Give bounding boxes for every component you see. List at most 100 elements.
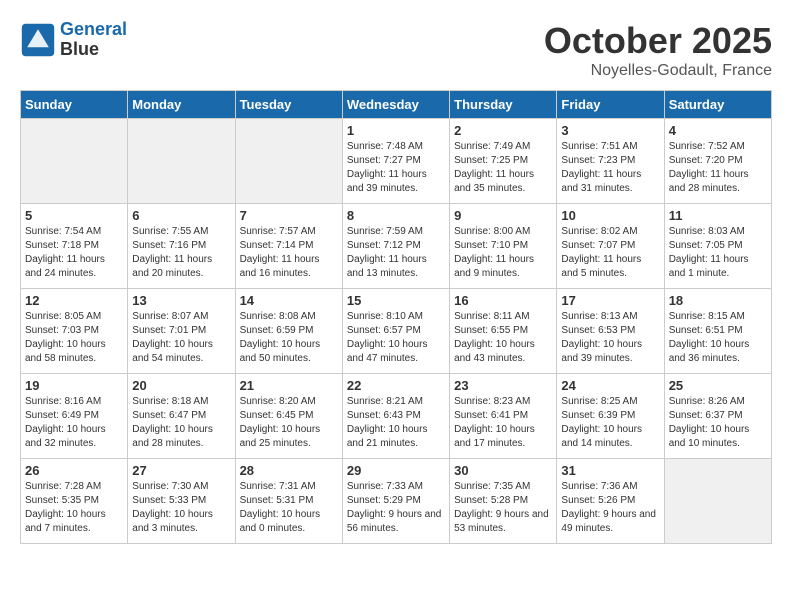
day-number: 7: [240, 208, 338, 223]
calendar-day: 19Sunrise: 8:16 AMSunset: 6:49 PMDayligh…: [21, 374, 128, 459]
calendar-day: [21, 119, 128, 204]
day-info: Sunrise: 7:59 AMSunset: 7:12 PMDaylight:…: [347, 225, 445, 281]
calendar-day: 26 Sunrise: 7:28 AMSunset: 5:35 PMDayligh…: [21, 459, 128, 544]
day-info: Sunrise: 7:28 AMSunset: 5:35 PMDaylight:…: [25, 480, 123, 536]
day-number: 27: [132, 463, 230, 478]
day-info: Sunrise: 8:21 AMSunset: 6:43 PMDaylight:…: [347, 395, 445, 451]
day-info: Sunrise: 8:05 AMSunset: 7:03 PMDaylight:…: [25, 310, 123, 366]
day-info: Sunrise: 8:08 AMSunset: 6:59 PMDaylight:…: [240, 310, 338, 366]
day-number: 29: [347, 463, 445, 478]
weekday-header: Monday: [128, 91, 235, 119]
page-header: General Blue October 2025 Noyelles-Godau…: [20, 20, 772, 80]
calendar-day: 24 Sunrise: 8:25 AMSunset: 6:39 PMDayligh…: [557, 374, 664, 459]
calendar-day: 11 Sunrise: 8:03 AMSunset: 7:05 PMDayligh…: [664, 204, 771, 289]
weekday-header: Sunday: [21, 91, 128, 119]
weekday-header: Wednesday: [342, 91, 449, 119]
month-title: October 2025: [544, 20, 772, 62]
calendar-day: 13 Sunrise: 8:07 AMSunset: 7:01 PMDayligh…: [128, 289, 235, 374]
calendar-week-row: 12 Sunrise: 8:05 AMSunset: 7:03 PMDayligh…: [21, 289, 772, 374]
day-info: Sunrise: 8:25 AMSunset: 6:39 PMDaylight:…: [561, 395, 659, 451]
calendar-day: 31 Sunrise: 7:36 AMSunset: 5:26 PMDayligh…: [557, 459, 664, 544]
day-number: 10: [561, 208, 659, 223]
day-number: 17: [561, 293, 659, 308]
calendar-day: 30Sunrise: 7:35 AMSunset: 5:28 PMDayligh…: [450, 459, 557, 544]
calendar-day: 5 Sunrise: 7:54 AMSunset: 7:18 PMDaylight…: [21, 204, 128, 289]
logo-icon: [20, 22, 56, 58]
calendar-day: 16 Sunrise: 8:11 AMSunset: 6:55 PMDayligh…: [450, 289, 557, 374]
day-number: 6: [132, 208, 230, 223]
calendar-day: 12 Sunrise: 8:05 AMSunset: 7:03 PMDayligh…: [21, 289, 128, 374]
day-number: 24: [561, 378, 659, 393]
day-number: 28: [240, 463, 338, 478]
day-info: Sunrise: 8:03 AMSunset: 7:05 PMDaylight:…: [669, 225, 767, 281]
calendar-day: 28 Sunrise: 7:31 AMSunset: 5:31 PMDayligh…: [235, 459, 342, 544]
title-block: October 2025 Noyelles-Godault, France: [544, 20, 772, 80]
day-info: Sunrise: 7:51 AMSunset: 7:23 PMDaylight:…: [561, 140, 659, 196]
logo: General Blue: [20, 20, 127, 60]
day-number: 9: [454, 208, 552, 223]
day-info: Sunrise: 8:10 AMSunset: 6:57 PMDaylight:…: [347, 310, 445, 366]
calendar-day: 15Sunrise: 8:10 AMSunset: 6:57 PMDayligh…: [342, 289, 449, 374]
day-info: Sunrise: 7:48 AMSunset: 7:27 PMDaylight:…: [347, 140, 445, 196]
day-info: Sunrise: 7:49 AMSunset: 7:25 PMDaylight:…: [454, 140, 552, 196]
day-info: Sunrise: 8:00 AMSunset: 7:10 PMDaylight:…: [454, 225, 552, 281]
day-info: Sunrise: 8:11 AMSunset: 6:55 PMDaylight:…: [454, 310, 552, 366]
day-number: 23: [454, 378, 552, 393]
calendar-day: 7 Sunrise: 7:57 AMSunset: 7:14 PMDaylight…: [235, 204, 342, 289]
day-info: Sunrise: 8:20 AMSunset: 6:45 PMDaylight:…: [240, 395, 338, 451]
day-number: 2: [454, 123, 552, 138]
day-info: Sunrise: 7:57 AMSunset: 7:14 PMDaylight:…: [240, 225, 338, 281]
location-subtitle: Noyelles-Godault, France: [544, 62, 772, 80]
day-info: Sunrise: 7:31 AMSunset: 5:31 PMDaylight:…: [240, 480, 338, 536]
calendar-day: 3 Sunrise: 7:51 AMSunset: 7:23 PMDaylight…: [557, 119, 664, 204]
day-info: Sunrise: 8:13 AMSunset: 6:53 PMDaylight:…: [561, 310, 659, 366]
day-number: 13: [132, 293, 230, 308]
weekday-header: Friday: [557, 91, 664, 119]
calendar-day: 4 Sunrise: 7:52 AMSunset: 7:20 PMDaylight…: [664, 119, 771, 204]
weekday-header: Tuesday: [235, 91, 342, 119]
day-number: 3: [561, 123, 659, 138]
logo-text: General Blue: [60, 20, 127, 60]
calendar-day: 23 Sunrise: 8:23 AMSunset: 6:41 PMDayligh…: [450, 374, 557, 459]
day-number: 11: [669, 208, 767, 223]
weekday-header: Thursday: [450, 91, 557, 119]
calendar-day: 6 Sunrise: 7:55 AMSunset: 7:16 PMDaylight…: [128, 204, 235, 289]
calendar-day: 14 Sunrise: 8:08 AMSunset: 6:59 PMDayligh…: [235, 289, 342, 374]
day-info: Sunrise: 7:52 AMSunset: 7:20 PMDaylight:…: [669, 140, 767, 196]
day-number: 31: [561, 463, 659, 478]
day-number: 19: [25, 378, 123, 393]
day-number: 14: [240, 293, 338, 308]
day-info: Sunrise: 8:15 AMSunset: 6:51 PMDaylight:…: [669, 310, 767, 366]
day-number: 26: [25, 463, 123, 478]
day-info: Sunrise: 8:26 AMSunset: 6:37 PMDaylight:…: [669, 395, 767, 451]
calendar-day: 21 Sunrise: 8:20 AMSunset: 6:45 PMDayligh…: [235, 374, 342, 459]
day-info: Sunrise: 8:02 AMSunset: 7:07 PMDaylight:…: [561, 225, 659, 281]
weekday-header-row: SundayMondayTuesdayWednesdayThursdayFrid…: [21, 91, 772, 119]
day-info: Sunrise: 7:54 AMSunset: 7:18 PMDaylight:…: [25, 225, 123, 281]
day-number: 8: [347, 208, 445, 223]
day-number: 16: [454, 293, 552, 308]
calendar-day: 8 Sunrise: 7:59 AMSunset: 7:12 PMDaylight…: [342, 204, 449, 289]
calendar-day: 17 Sunrise: 8:13 AMSunset: 6:53 PMDayligh…: [557, 289, 664, 374]
day-number: 5: [25, 208, 123, 223]
day-info: Sunrise: 7:30 AMSunset: 5:33 PMDaylight:…: [132, 480, 230, 536]
day-number: 30: [454, 463, 552, 478]
day-number: 12: [25, 293, 123, 308]
day-info: Sunrise: 8:07 AMSunset: 7:01 PMDaylight:…: [132, 310, 230, 366]
day-info: Sunrise: 7:55 AMSunset: 7:16 PMDaylight:…: [132, 225, 230, 281]
day-number: 4: [669, 123, 767, 138]
calendar-day: [128, 119, 235, 204]
calendar-week-row: 5 Sunrise: 7:54 AMSunset: 7:18 PMDaylight…: [21, 204, 772, 289]
day-number: 21: [240, 378, 338, 393]
calendar-table: SundayMondayTuesdayWednesdayThursdayFrid…: [20, 90, 772, 544]
day-number: 22: [347, 378, 445, 393]
calendar-day: 18Sunrise: 8:15 AMSunset: 6:51 PMDayligh…: [664, 289, 771, 374]
calendar-day: 2 Sunrise: 7:49 AMSunset: 7:25 PMDaylight…: [450, 119, 557, 204]
calendar-day: 27 Sunrise: 7:30 AMSunset: 5:33 PMDayligh…: [128, 459, 235, 544]
day-info: Sunrise: 8:23 AMSunset: 6:41 PMDaylight:…: [454, 395, 552, 451]
day-number: 20: [132, 378, 230, 393]
calendar-day: 29Sunrise: 7:33 AMSunset: 5:29 PMDayligh…: [342, 459, 449, 544]
calendar-day: 9 Sunrise: 8:00 AMSunset: 7:10 PMDaylight…: [450, 204, 557, 289]
day-number: 25: [669, 378, 767, 393]
day-info: Sunrise: 7:36 AMSunset: 5:26 PMDaylight:…: [561, 480, 659, 536]
